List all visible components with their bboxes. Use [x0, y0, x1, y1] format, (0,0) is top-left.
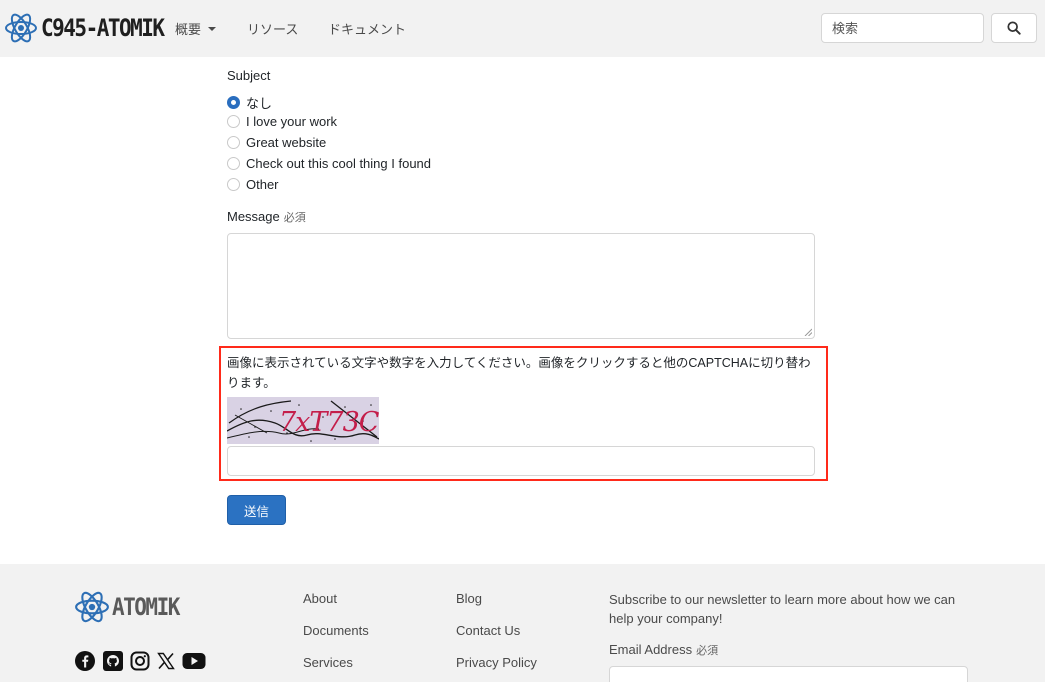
- youtube-link[interactable]: [182, 651, 206, 671]
- email-label: Email Address 必須: [609, 642, 718, 658]
- option-label: Check out this cool thing I found: [246, 156, 432, 171]
- required-badge: 必須: [696, 645, 719, 657]
- atom-icon: [75, 591, 109, 623]
- subject-option-cool-thing[interactable]: Check out this cool thing I found: [227, 156, 431, 171]
- subject-option-other[interactable]: Other: [227, 177, 279, 192]
- submit-button[interactable]: 送信: [227, 495, 286, 525]
- newsletter-text: Subscribe to our newsletter to learn mor…: [609, 592, 956, 626]
- message-textarea[interactable]: [227, 233, 815, 339]
- footer-brand-name: ATOMIK: [112, 593, 180, 621]
- captcha-image[interactable]: 7xT73C: [227, 397, 379, 444]
- x-icon: [157, 652, 175, 670]
- nav-item-overview[interactable]: 概要: [175, 19, 217, 38]
- subject-option-none[interactable]: なし: [227, 93, 272, 112]
- footer-link-documents[interactable]: Documents: [303, 623, 369, 638]
- radio[interactable]: [227, 115, 240, 128]
- captcha-instructions: 画像に表示されている文字や数字を入力してください。画像をクリックすると他のCAP…: [227, 356, 811, 390]
- footer-link-contact[interactable]: Contact Us: [456, 623, 520, 638]
- nav-item-label: ドキュメント: [328, 22, 407, 37]
- nav-item-documents[interactable]: ドキュメント: [328, 19, 406, 38]
- instagram-link[interactable]: [129, 651, 151, 671]
- subject-label: Subject: [227, 68, 271, 83]
- footer-brand-logo[interactable]: ATOMIK: [74, 589, 180, 625]
- option-label: I love your work: [246, 114, 338, 129]
- message-label: Message 必須: [227, 209, 306, 225]
- captcha-input[interactable]: [227, 446, 815, 476]
- brand-logo[interactable]: C945-ATOMIK: [4, 10, 165, 46]
- instagram-icon: [130, 651, 150, 671]
- github-link[interactable]: [102, 651, 124, 671]
- facebook-icon: [75, 651, 95, 671]
- nav-item-label: リソース: [247, 22, 299, 37]
- email-input[interactable]: [609, 666, 968, 682]
- brand-name: C945-ATOMIK: [41, 14, 165, 42]
- footer-link-services[interactable]: Services: [303, 655, 353, 670]
- email-label-text: Email Address: [609, 642, 693, 657]
- x-link[interactable]: [155, 651, 177, 671]
- option-label: Other: [246, 177, 279, 192]
- nav-item-resources[interactable]: リソース: [247, 19, 298, 38]
- footer-link-privacy[interactable]: Privacy Policy: [456, 655, 537, 670]
- footer-link-about[interactable]: About: [303, 591, 337, 606]
- captcha-image-text: 7xT73C: [279, 407, 379, 438]
- nav-item-label: 概要: [175, 22, 202, 37]
- caret-down-icon: [208, 26, 217, 31]
- message-label-text: Message: [227, 209, 280, 224]
- radio[interactable]: [227, 136, 240, 149]
- atom-icon: [5, 13, 37, 43]
- footer-link-blog[interactable]: Blog: [456, 591, 482, 606]
- resize-handle-icon[interactable]: [804, 328, 812, 336]
- radio[interactable]: [227, 178, 240, 191]
- github-icon: [103, 651, 123, 671]
- subject-option-love-work[interactable]: I love your work: [227, 114, 337, 129]
- search-button[interactable]: [991, 13, 1037, 43]
- option-label: なし: [246, 96, 273, 111]
- search-input[interactable]: [821, 13, 984, 43]
- youtube-icon: [182, 653, 206, 669]
- option-label: Great website: [246, 135, 327, 150]
- search-icon: [1007, 21, 1021, 35]
- required-badge: 必須: [283, 212, 306, 224]
- top-navbar: C945-ATOMIK 概要 リソース ドキュメント: [0, 0, 1045, 57]
- subject-option-great-website[interactable]: Great website: [227, 135, 326, 150]
- radio-checked[interactable]: [227, 96, 240, 109]
- radio[interactable]: [227, 157, 240, 170]
- facebook-link[interactable]: [74, 651, 96, 671]
